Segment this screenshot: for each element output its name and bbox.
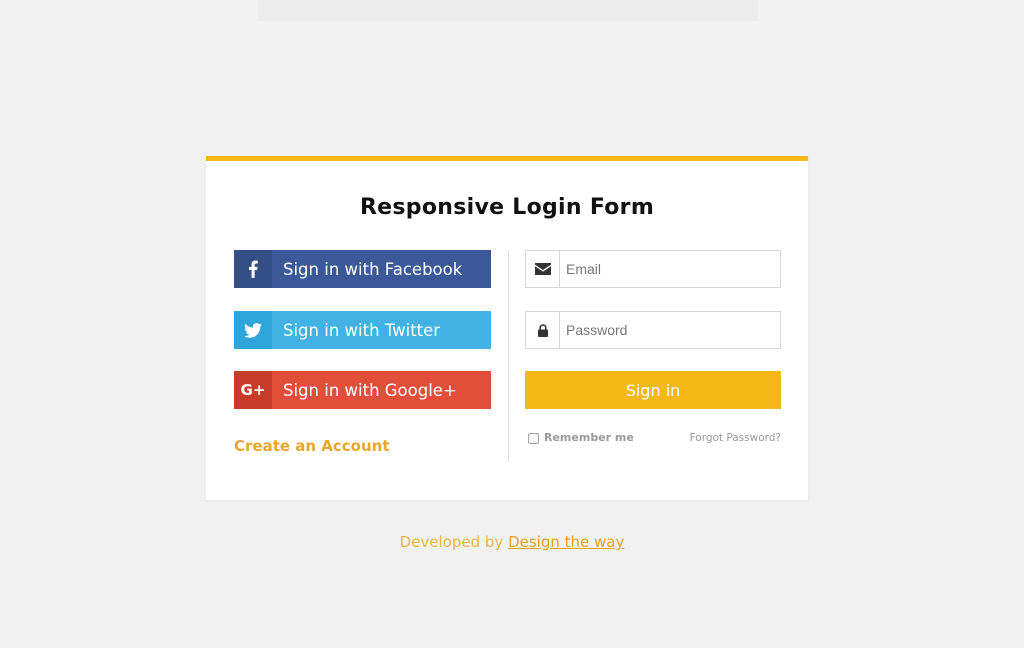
google-plus-signin-button[interactable]: G+ Sign in with Google+ bbox=[234, 371, 491, 409]
facebook-signin-button[interactable]: Sign in with Facebook bbox=[234, 250, 491, 288]
password-field-group bbox=[525, 311, 781, 349]
forgot-password-link[interactable]: Forgot Password? bbox=[690, 432, 781, 444]
column-divider bbox=[508, 250, 509, 462]
envelope-icon bbox=[526, 251, 560, 287]
page-title: Responsive Login Form bbox=[359, 195, 655, 220]
google-plus-icon-text: G+ bbox=[240, 381, 266, 399]
google-plus-icon: G+ bbox=[234, 371, 272, 409]
footer-credit: Developed by Design the way bbox=[0, 533, 1024, 551]
lock-icon bbox=[526, 312, 560, 348]
remember-me: Remember me bbox=[528, 431, 634, 444]
remember-me-label[interactable]: Remember me bbox=[544, 431, 634, 444]
create-account-link[interactable]: Create an Account bbox=[234, 437, 390, 455]
twitter-signin-label: Sign in with Twitter bbox=[283, 320, 441, 340]
facebook-icon bbox=[234, 250, 272, 288]
google-plus-signin-label: Sign in with Google+ bbox=[283, 380, 457, 400]
remember-me-checkbox[interactable] bbox=[528, 433, 539, 444]
login-card: Responsive Login Form Sign in with Faceb… bbox=[206, 156, 808, 500]
twitter-icon bbox=[234, 311, 272, 349]
twitter-signin-button[interactable]: Sign in with Twitter bbox=[234, 311, 491, 349]
top-banner-strip bbox=[258, 0, 758, 21]
sign-in-button[interactable]: Sign in bbox=[525, 371, 781, 409]
email-input[interactable] bbox=[560, 252, 780, 286]
password-input[interactable] bbox=[560, 313, 780, 347]
footer-link[interactable]: Design the way bbox=[508, 533, 624, 551]
footer-prefix: Developed by bbox=[399, 533, 504, 551]
facebook-signin-label: Sign in with Facebook bbox=[283, 259, 463, 279]
email-field-group bbox=[525, 250, 781, 288]
